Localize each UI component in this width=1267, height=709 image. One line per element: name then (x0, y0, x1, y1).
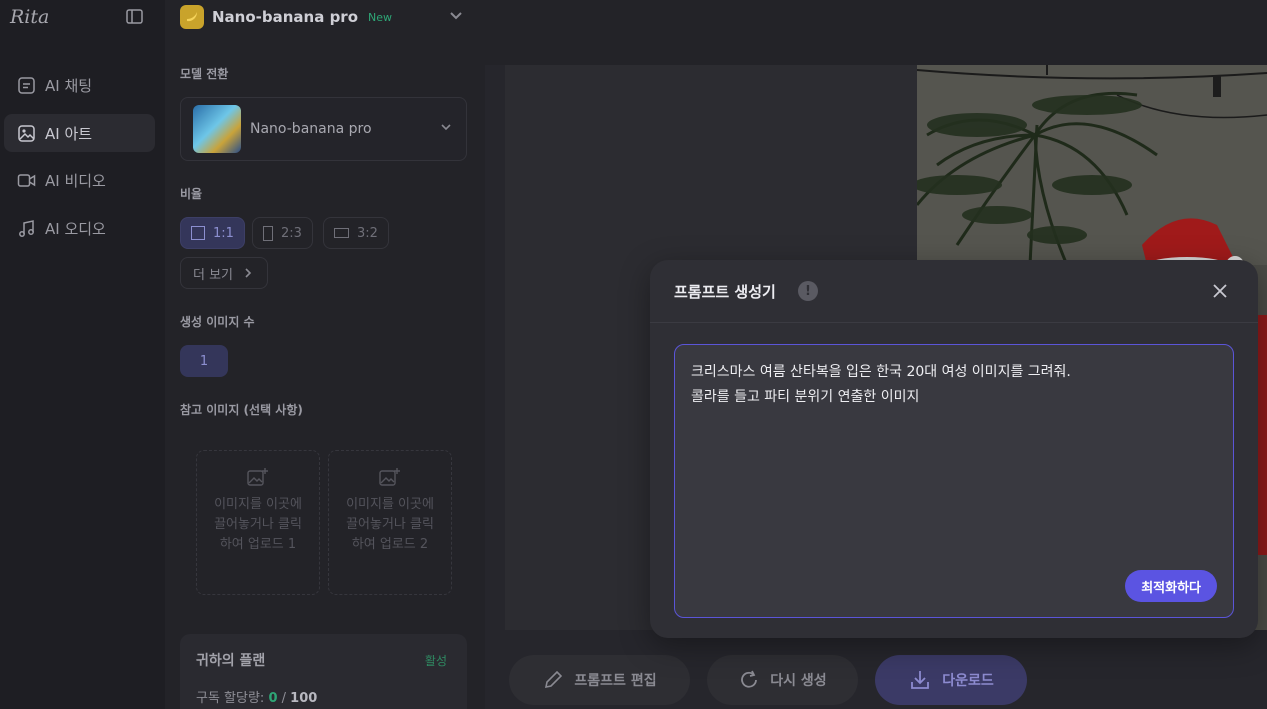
chevron-down-icon (441, 124, 451, 131)
model-select[interactable]: Nano-banana pro (180, 97, 467, 161)
reference-image-label: 참고 이미지 (선택 사항) (180, 403, 303, 417)
prompt-textarea[interactable]: 크리스마스 여름 산타복을 입은 한국 20대 여성 이미지를 그려줘. 콜라를… (674, 344, 1234, 618)
regenerate-label: 다시 생성 (770, 673, 827, 689)
ratio-option-2-3[interactable]: 2:3 (252, 217, 313, 249)
model-header-name: Nano-banana pro (212, 8, 359, 26)
regenerate-button[interactable]: 다시 생성 (707, 655, 858, 705)
video-icon (17, 173, 36, 187)
model-header[interactable]: Nano-banana pro New (180, 5, 392, 29)
quota-total: 100 (290, 691, 318, 706)
sidebar-item-ai-chat[interactable]: AI 채팅 (4, 66, 155, 104)
top-bar (485, 0, 1267, 65)
image-upload-icon (247, 468, 268, 486)
landscape-icon (334, 228, 349, 238)
download-label: 다운로드 (942, 673, 994, 689)
refresh-icon (741, 670, 758, 688)
sidebar-item-label: AI 비디오 (45, 171, 106, 190)
sidebar: Rita AI 채팅 AI 아트 AI 비디오 AI 오디오 (0, 0, 165, 709)
prompt-line-2: 콜라를 들고 파티 분위기 연출한 이미지 (691, 389, 920, 405)
edit-prompt-label: 프롬프트 편집 (574, 673, 657, 689)
more-ratios-button[interactable]: 더 보기 (180, 257, 269, 289)
new-badge: New (368, 10, 393, 24)
sidebar-item-label: AI 오디오 (45, 219, 106, 238)
close-icon[interactable] (1212, 283, 1228, 299)
chevron-right-icon (245, 268, 252, 278)
sidebar-item-label: AI 채팅 (45, 76, 93, 95)
image-count-label: 생성 이미지 수 (180, 315, 255, 329)
ratio-option-label: 1:1 (213, 225, 234, 241)
music-icon (19, 219, 34, 237)
sidebar-item-label: AI 아트 (45, 124, 93, 143)
model-thumbnail (193, 105, 241, 153)
prompt-line-1: 크리스마스 여름 산타복을 입은 한국 20대 여성 이미지를 그려줘. (691, 364, 1071, 380)
ratio-label: 비율 (180, 187, 203, 201)
image-icon (18, 124, 35, 142)
chat-icon (18, 76, 35, 94)
download-button[interactable]: 다운로드 (875, 655, 1027, 705)
upload-slot-text: 이미지를 이곳에 끌어놓거나 클릭하여 업로드 2 (346, 497, 434, 552)
square-icon (191, 226, 205, 240)
upload-slot-text: 이미지를 이곳에 끌어놓거나 클릭하여 업로드 1 (214, 497, 302, 552)
plan-title: 귀하의 플랜 (196, 653, 266, 669)
chevron-down-icon[interactable] (449, 10, 463, 22)
sidebar-item-ai-art[interactable]: AI 아트 (4, 114, 155, 152)
model-select-value: Nano-banana pro (250, 121, 372, 137)
plan-quota: 구독 할당량: 0 / 100 (196, 687, 317, 706)
pencil-icon (545, 670, 563, 689)
modal-title: 프롬프트 생성기 (674, 283, 776, 301)
prompt-generator-modal: 프롬프트 생성기 ! 크리스마스 여름 산타복을 입은 한국 20대 여성 이미… (650, 260, 1258, 638)
image-count-option[interactable]: 1 (180, 345, 228, 377)
info-icon[interactable]: ! (798, 281, 818, 301)
ratio-option-3-2[interactable]: 3:2 (323, 217, 389, 249)
quota-used: 0 (268, 691, 278, 706)
rita-logo[interactable]: Rita (10, 6, 49, 28)
model-switch-label: 모델 전환 (180, 67, 229, 81)
upload-slot-2[interactable]: 이미지를 이곳에 끌어놓거나 클릭하여 업로드 2 (328, 450, 452, 595)
ratio-option-label: 3:2 (357, 225, 378, 241)
sidebar-toggle-icon[interactable] (126, 9, 143, 24)
upload-slot-1[interactable]: 이미지를 이곳에 끌어놓거나 클릭하여 업로드 1 (196, 450, 320, 595)
download-icon (911, 671, 930, 689)
ratio-option-label: 2:3 (281, 225, 302, 241)
sidebar-item-ai-video[interactable]: AI 비디오 (4, 161, 155, 199)
modal-header: 프롬프트 생성기 ! (650, 260, 1258, 323)
plan-card: 귀하의 플랜 활성 구독 할당량: 0 / 100 (180, 634, 467, 709)
ratio-option-1-1[interactable]: 1:1 (180, 217, 245, 249)
quota-separator: / (281, 691, 287, 706)
prompt-text: 크리스마스 여름 산타복을 입은 한국 20대 여성 이미지를 그려줘. 콜라를… (691, 360, 1071, 410)
edit-prompt-button[interactable]: 프롬프트 편집 (509, 655, 690, 705)
more-label: 더 보기 (193, 267, 234, 283)
sidebar-item-ai-audio[interactable]: AI 오디오 (4, 209, 155, 247)
banana-icon (180, 5, 204, 29)
image-upload-icon (379, 468, 400, 486)
optimize-button[interactable]: 최적화하다 (1125, 570, 1217, 602)
quota-label: 구독 할당량: (196, 691, 265, 706)
portrait-icon (263, 225, 273, 241)
plan-status-badge: 활성 (424, 654, 447, 668)
